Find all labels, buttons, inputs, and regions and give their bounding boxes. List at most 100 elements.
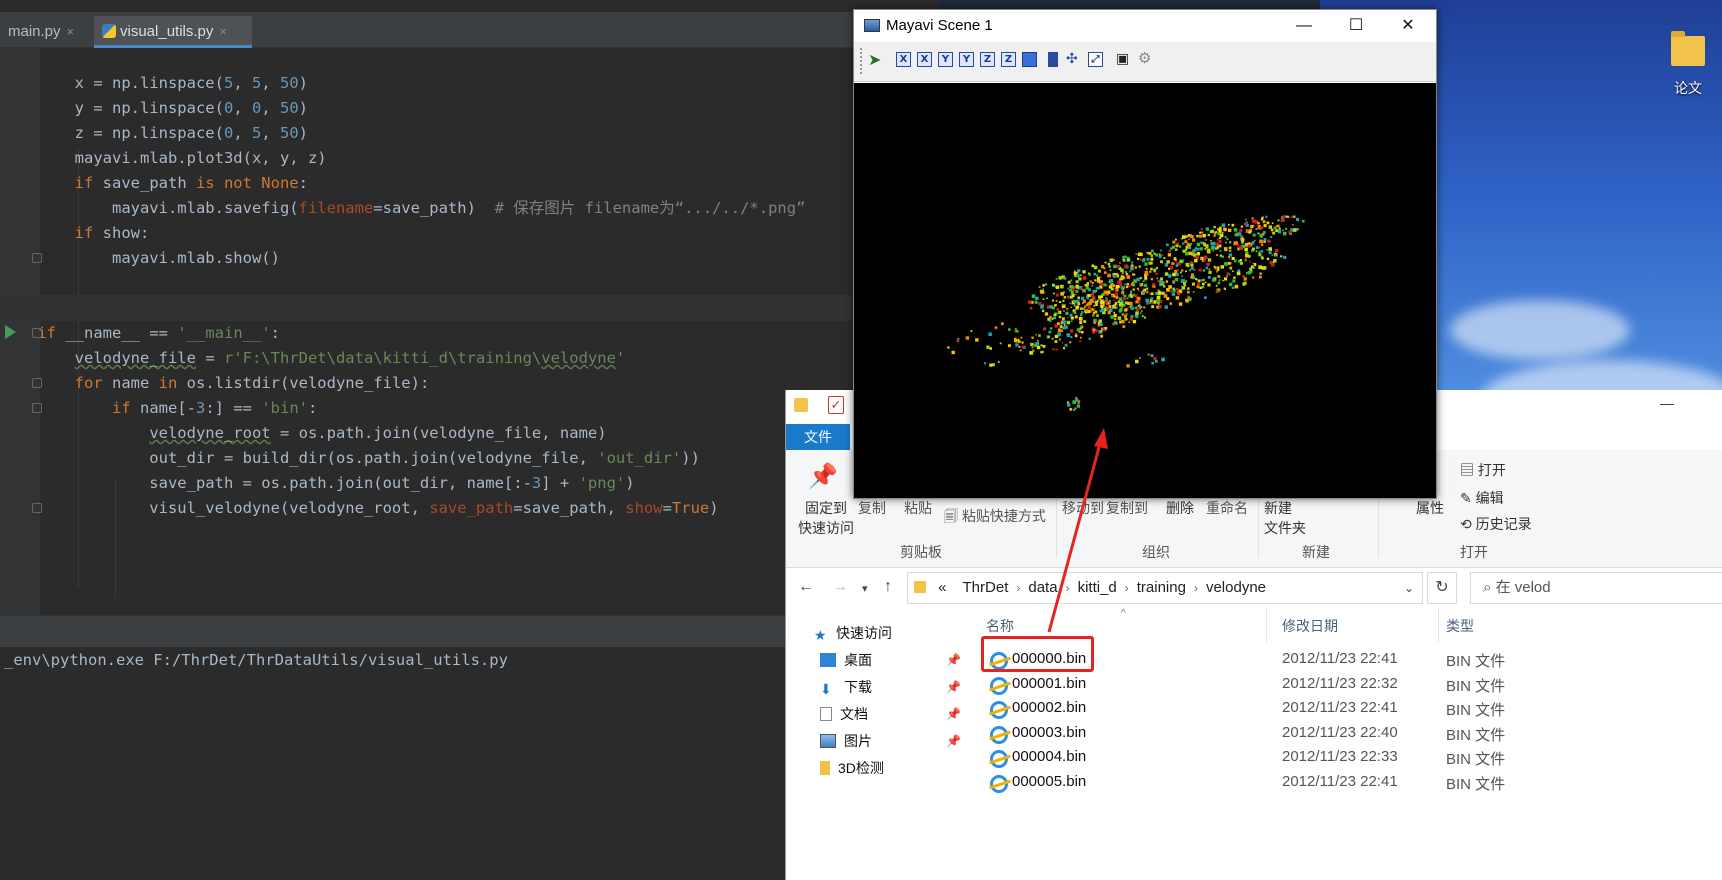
- nav-item-3d-detection[interactable]: 3D检测: [820, 757, 884, 779]
- properties-button[interactable]: 属性: [1416, 498, 1444, 518]
- view-y-minus-icon[interactable]: Y: [959, 52, 974, 67]
- fold-marker[interactable]: [32, 253, 42, 263]
- save-icon[interactable]: ▣: [1116, 50, 1129, 67]
- nav-item-quick-access[interactable]: ★ 快速访问: [814, 622, 892, 644]
- file-row[interactable]: 000002.bin 2012/11/23 22:41 BIN 文件: [976, 697, 1722, 722]
- point-cloud-point: [1063, 296, 1067, 299]
- nav-item-desktop[interactable]: 桌面: [820, 649, 872, 671]
- close-button[interactable]: ✕: [1382, 10, 1434, 42]
- edit-button[interactable]: ✎ 编辑: [1460, 488, 1504, 508]
- fold-marker[interactable]: [32, 328, 42, 338]
- render-canvas[interactable]: [854, 83, 1436, 498]
- point-cloud-point: [1093, 297, 1095, 300]
- pipeline-icon[interactable]: ➤: [868, 50, 881, 70]
- chevron-right-icon[interactable]: ›: [1125, 581, 1129, 595]
- chevron-right-icon[interactable]: ›: [1194, 581, 1198, 595]
- new-folder-button[interactable]: 新建 文件夹: [1264, 498, 1306, 538]
- column-divider[interactable]: [1266, 608, 1267, 642]
- point-cloud-point: [1133, 279, 1137, 283]
- search-input[interactable]: ⌕ 在 velod: [1470, 572, 1722, 604]
- edit-label: 编辑: [1475, 490, 1504, 506]
- pin-icon[interactable]: 📌: [946, 734, 961, 748]
- gear-icon[interactable]: ⚙: [1138, 49, 1151, 67]
- parallel-projection-icon[interactable]: [1048, 52, 1058, 67]
- chevron-right-icon[interactable]: ›: [1016, 581, 1020, 595]
- column-divider[interactable]: [1438, 608, 1439, 642]
- full-screen-icon[interactable]: ⤢: [1088, 52, 1103, 67]
- point-cloud-point: [1092, 331, 1096, 334]
- point-cloud-point: [1008, 344, 1011, 348]
- file-row[interactable]: 000003.bin 2012/11/23 22:40 BIN 文件: [976, 722, 1722, 747]
- nav-item-documents[interactable]: 文档: [820, 703, 868, 725]
- point-cloud-point: [1014, 327, 1017, 330]
- point-cloud-point: [1135, 311, 1139, 316]
- file-row[interactable]: 000001.bin 2012/11/23 22:32 BIN 文件: [976, 673, 1722, 698]
- breadcrumb-item[interactable]: kitti_d: [1078, 579, 1117, 596]
- point-cloud-point: [1142, 280, 1145, 282]
- fold-marker[interactable]: [32, 503, 42, 513]
- column-header-name[interactable]: 名称: [986, 616, 1014, 636]
- file-row[interactable]: 000005.bin 2012/11/23 22:41 BIN 文件: [976, 771, 1722, 796]
- close-icon[interactable]: ×: [67, 24, 75, 39]
- isometric-view-icon[interactable]: [1022, 52, 1037, 67]
- point-cloud-point: [956, 339, 960, 343]
- view-z-minus-icon[interactable]: Z: [1001, 52, 1016, 67]
- open-button[interactable]: ▤ 打开: [1460, 460, 1506, 480]
- paste-button[interactable]: 粘贴: [904, 498, 932, 518]
- close-icon[interactable]: ×: [219, 24, 227, 39]
- chevron-down-icon[interactable]: ▾: [862, 582, 868, 595]
- column-header-date[interactable]: 修改日期: [1282, 616, 1338, 636]
- tab-visual-utils-py[interactable]: visual_utils.py ×: [94, 16, 252, 48]
- nav-item-downloads[interactable]: ⬇ 下载: [820, 676, 872, 698]
- view-y-plus-icon[interactable]: Y: [938, 52, 953, 67]
- view-z-plus-icon[interactable]: Z: [980, 52, 995, 67]
- tab-main-py[interactable]: main.py ×: [0, 16, 82, 48]
- breadcrumb-item[interactable]: ThrDet: [963, 579, 1009, 596]
- point-cloud-point: [1205, 227, 1210, 231]
- minimize-button[interactable]: —: [1647, 390, 1687, 420]
- minimize-button[interactable]: —: [1278, 10, 1330, 42]
- breadcrumb-overflow[interactable]: «: [938, 579, 946, 596]
- copy-button[interactable]: 复制: [858, 498, 886, 518]
- copy-to-button[interactable]: 复制到: [1106, 498, 1148, 518]
- ribbon-file-tab[interactable]: 文件: [786, 424, 850, 450]
- run-icon[interactable]: [5, 325, 16, 339]
- point-cloud-point: [1086, 302, 1090, 306]
- file-row[interactable]: 000004.bin 2012/11/23 22:33 BIN 文件: [976, 746, 1722, 771]
- pin-icon[interactable]: 📌: [946, 707, 961, 721]
- fold-marker[interactable]: [32, 378, 42, 388]
- properties-check-icon[interactable]: ✓: [828, 396, 844, 414]
- maximize-button[interactable]: ☐: [1330, 10, 1382, 42]
- history-button[interactable]: ⟲ 历史记录: [1460, 514, 1532, 534]
- breadcrumb-item[interactable]: velodyne: [1206, 579, 1266, 596]
- point-cloud-point: [1034, 300, 1038, 304]
- chevron-right-icon[interactable]: ›: [1066, 581, 1070, 595]
- code-line-current: [0, 295, 939, 321]
- point-cloud-point: [1114, 292, 1118, 296]
- desktop-folder[interactable]: 论文: [1660, 31, 1716, 98]
- rename-button[interactable]: 重命名: [1206, 498, 1248, 518]
- address-input[interactable]: « ThrDet › data › kitti_d › training › velodyne ⌄: [907, 572, 1423, 604]
- breadcrumb-item[interactable]: training: [1137, 579, 1186, 596]
- pin-quick-access-button[interactable]: 固定到 快速访问: [798, 498, 854, 538]
- back-arrow-icon[interactable]: ←: [798, 578, 814, 596]
- pin-icon[interactable]: 📌: [946, 653, 961, 667]
- point-cloud-point: [1219, 233, 1224, 238]
- forward-arrow-icon[interactable]: →: [832, 578, 848, 596]
- view-x-minus-icon[interactable]: X: [917, 52, 932, 67]
- fold-marker[interactable]: [32, 403, 42, 413]
- nav-item-pictures[interactable]: 图片: [820, 730, 872, 752]
- chevron-down-icon[interactable]: ⌄: [1404, 573, 1414, 603]
- refresh-icon[interactable]: ↻: [1427, 572, 1457, 604]
- delete-button[interactable]: 删除: [1166, 498, 1194, 518]
- breadcrumb-item[interactable]: data: [1028, 579, 1057, 596]
- move-to-button[interactable]: 移动到: [1062, 498, 1104, 518]
- point-cloud-point: [1242, 275, 1245, 278]
- view-x-plus-icon[interactable]: X: [896, 52, 911, 67]
- paste-shortcut-button[interactable]: 🗐 粘贴快捷方式: [944, 506, 1046, 530]
- code-line: mayavi.mlab.plot3d(x, y, z): [0, 149, 327, 167]
- axes-icon[interactable]: ✣: [1066, 50, 1078, 67]
- pin-icon[interactable]: 📌: [946, 680, 961, 694]
- up-arrow-icon[interactable]: ↑: [884, 578, 892, 596]
- column-header-type[interactable]: 类型: [1446, 616, 1474, 636]
